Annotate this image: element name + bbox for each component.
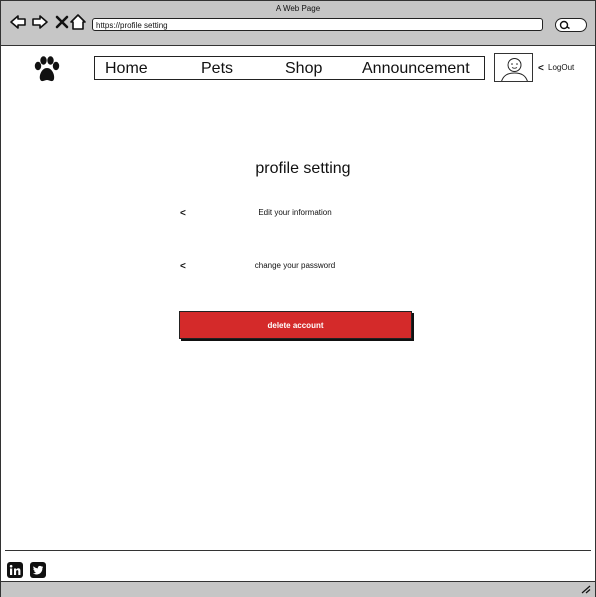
nav-announcement[interactable]: Announcement (362, 59, 470, 79)
delete-account-button[interactable]: delete account (179, 311, 412, 339)
change-password-chevron[interactable]: < (180, 261, 186, 272)
back-arrow-icon[interactable] (9, 13, 27, 31)
home-icon[interactable] (69, 13, 87, 31)
paw-icon[interactable] (32, 56, 62, 84)
logout-chevron: < (538, 63, 544, 74)
logout-link[interactable]: LogOut (548, 63, 574, 72)
linkedin-icon[interactable] (7, 562, 23, 578)
edit-info-link[interactable]: Edit your information (201, 208, 389, 217)
url-input[interactable]: https://profile setting (92, 18, 543, 31)
browser-titlebar: A Web Page https://profile setting (1, 1, 595, 46)
browser-search[interactable] (555, 18, 587, 32)
window-title: A Web Page (275, 4, 321, 13)
forward-arrow-icon[interactable] (31, 13, 49, 31)
nav-home[interactable]: Home (105, 59, 148, 79)
nav-pets[interactable]: Pets (201, 59, 233, 79)
main-nav: Home Pets Shop Announcement (94, 56, 485, 80)
footer-divider (5, 550, 591, 551)
browser-statusbar (1, 581, 595, 597)
page-title: profile setting (255, 160, 351, 177)
edit-info-chevron[interactable]: < (180, 208, 186, 219)
change-password-link[interactable]: change your password (201, 261, 389, 270)
avatar[interactable] (494, 53, 533, 82)
user-avatar-icon (501, 58, 528, 81)
nav-shop[interactable]: Shop (285, 59, 322, 79)
search-icon (559, 20, 570, 30)
browser-window: A Web Page https://profile setting Home (0, 0, 596, 597)
twitter-icon[interactable] (30, 562, 46, 578)
resize-grip-icon[interactable] (581, 585, 591, 594)
